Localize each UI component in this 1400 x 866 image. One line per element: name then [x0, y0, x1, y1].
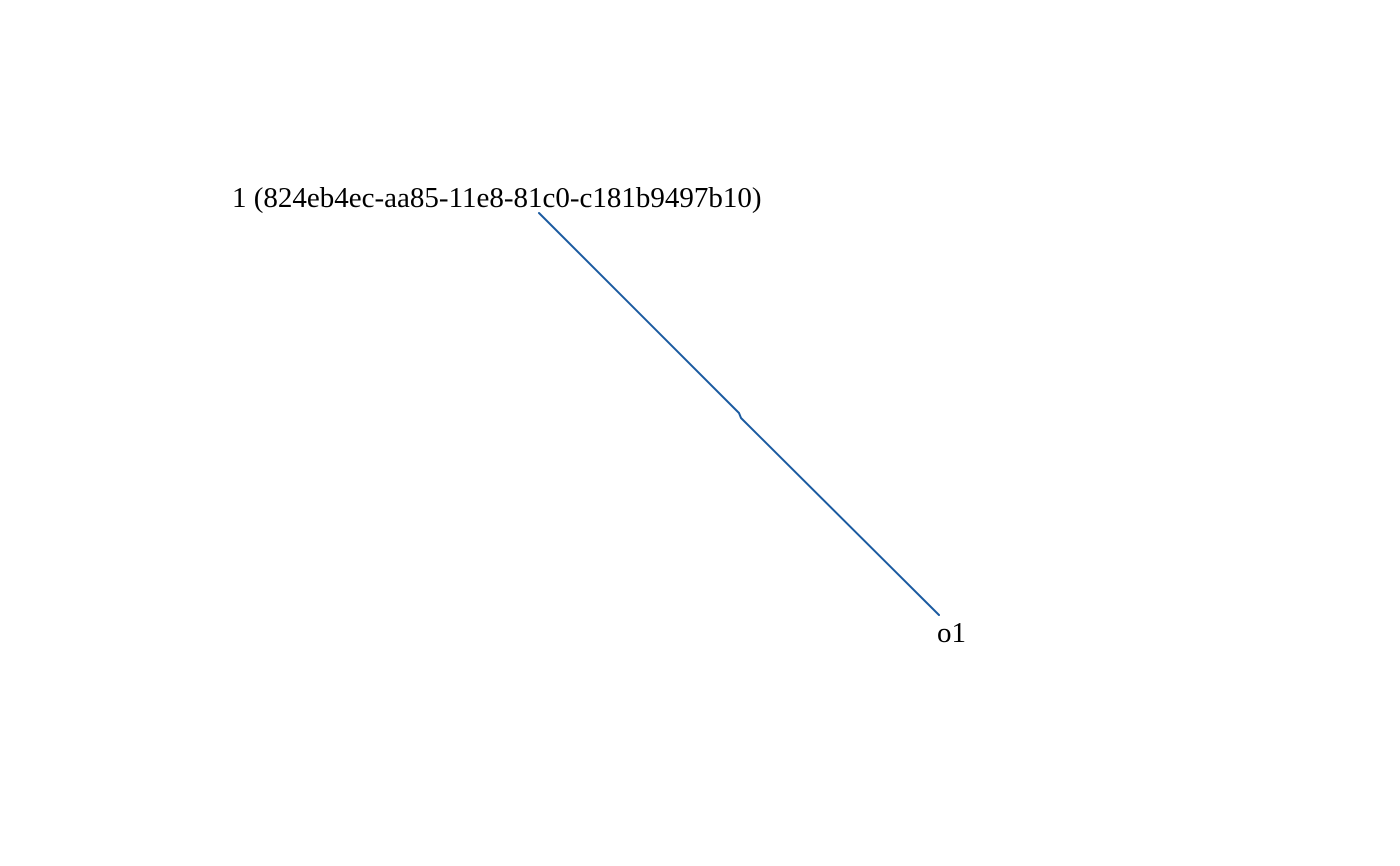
node-o1-label: o1 — [937, 617, 966, 649]
node-root-label: 1 (824eb4ec-aa85-11e8-81c0-c181b9497b10) — [232, 182, 762, 214]
edges-layer — [538, 212, 940, 616]
edge-root-to-o1 — [538, 212, 940, 616]
nodes-layer: 1 (824eb4ec-aa85-11e8-81c0-c181b9497b10)… — [232, 182, 966, 649]
tree-diagram: 1 (824eb4ec-aa85-11e8-81c0-c181b9497b10)… — [232, 182, 966, 649]
